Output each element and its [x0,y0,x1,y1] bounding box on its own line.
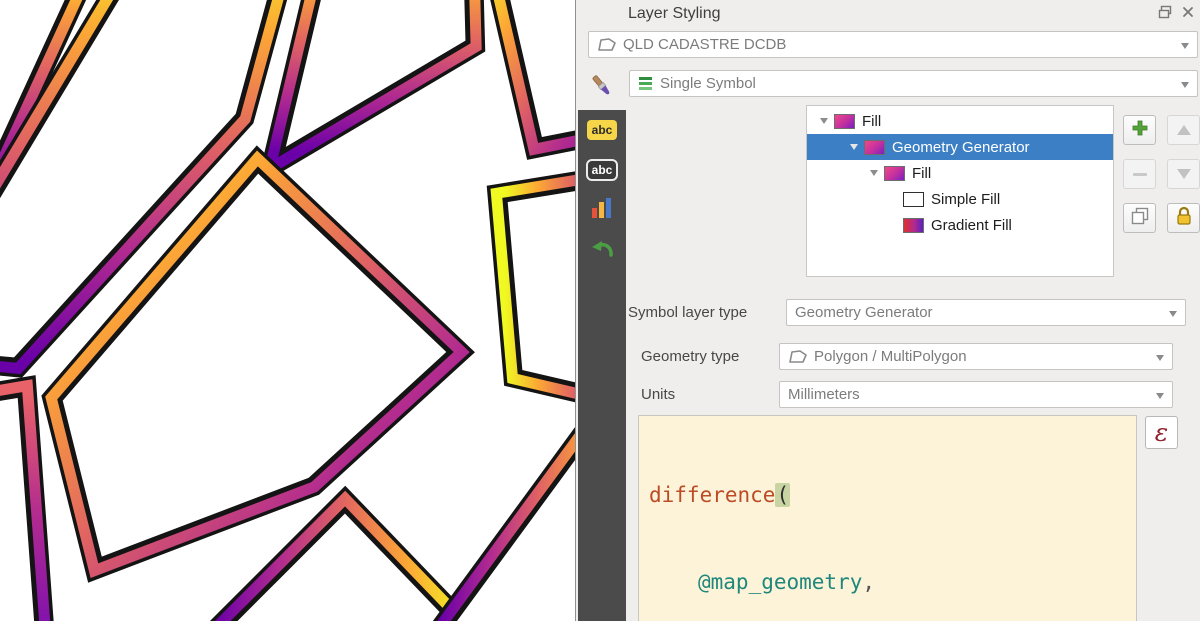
expander-icon[interactable] [817,118,831,124]
down-arrow-icon [1177,169,1191,179]
callouts-abc-icon: abc [586,159,619,181]
paintbrush-icon [589,73,615,104]
symbol-node-simple-fill[interactable]: Simple Fill [807,186,1113,212]
symbol-node-fill[interactable]: Fill [807,108,1113,134]
parcel-polygon [282,0,468,152]
expression-builder-button[interactable]: ε [1145,416,1178,449]
units-label: Units [641,386,675,403]
renderer-selector-value: Single Symbol [660,75,756,92]
close-panel-icon[interactable] [1180,4,1196,20]
expression-line: difference( [649,481,1126,510]
tab-history[interactable] [578,230,626,270]
diagrams-icon [590,196,614,225]
symbol-tree: Fill Geometry Generator Fill Simple Fill… [806,105,1114,277]
parcel-polygon [0,395,38,621]
tab-labels[interactable]: abc [578,110,626,150]
tab-diagrams[interactable] [578,190,626,230]
plus-icon [1131,119,1149,142]
gradient-fill-swatch [903,218,924,233]
symbol-node-label: Geometry Generator [892,139,1030,156]
symbol-node-label: Gradient Fill [931,217,1012,234]
symbol-node-label: Simple Fill [931,191,1000,208]
expression-line: @map_geometry, [649,568,1126,597]
symbol-node-fill-nested[interactable]: Fill [807,160,1113,186]
symbol-node-label: Fill [912,165,931,182]
styling-tabs-strip: abc abc [578,66,626,621]
float-panel-icon[interactable] [1157,4,1173,20]
remove-symbol-layer-button[interactable] [1123,159,1156,189]
parcel-polygon [215,510,470,621]
move-down-button[interactable] [1167,159,1200,189]
add-symbol-layer-button[interactable] [1123,115,1156,145]
symbol-node-geometry-generator[interactable]: Geometry Generator [807,134,1113,160]
geometry-type-label: Geometry type [641,348,739,365]
tab-symbology[interactable] [578,66,626,110]
geometry-type-value: Polygon / MultiPolygon [814,348,967,365]
units-select[interactable]: Millimeters [779,381,1173,408]
expander-icon[interactable] [867,170,881,176]
chevron-down-icon [1181,43,1189,49]
geometry-generator-swatch [864,140,885,155]
expression-variable: @map_geometry [698,570,862,594]
single-symbol-icon [638,76,654,91]
tab-callouts[interactable]: abc [578,150,626,190]
map-parcels-svg [0,0,575,621]
symbol-node-gradient-fill[interactable]: Gradient Fill [807,212,1113,238]
map-canvas[interactable] [0,0,575,621]
parcel-polygon [505,178,575,400]
units-value: Millimeters [788,386,860,403]
panel-title: Layer Styling [628,5,721,23]
symbol-layer-type-value: Geometry Generator [795,304,933,321]
layer-selector-value: QLD CADASTRE DCDB [623,36,786,53]
history-arrow-icon [589,237,615,264]
geometry-type-select[interactable]: Polygon / MultiPolygon [779,343,1173,370]
lock-icon [1175,206,1193,231]
polygon-layer-icon [597,37,617,52]
simple-fill-swatch [903,192,924,207]
expression-function: difference [649,483,775,507]
layer-styling-panel: Layer Styling QLD CADASTRE DCDB [575,0,1200,621]
symbol-layer-type-label: Symbol layer type [628,304,747,321]
fill-swatch [884,166,905,181]
minus-icon [1133,173,1147,176]
expander-icon[interactable] [847,144,861,150]
chevron-down-icon [1169,311,1177,317]
move-up-button[interactable] [1167,115,1200,145]
chevron-down-icon [1156,355,1164,361]
parcel-polygon [495,0,575,140]
epsilon-icon: ε [1155,418,1168,447]
up-arrow-icon [1177,125,1191,135]
layer-selector[interactable]: QLD CADASTRE DCDB [588,31,1198,58]
matched-paren: ( [775,483,790,507]
polygon-geometry-icon [788,349,808,364]
chevron-down-icon [1156,393,1164,399]
expression-editor[interactable]: difference( @map_geometry, buffer(@map_g… [638,415,1137,621]
labels-abc-icon: abc [587,120,618,140]
parcel-polygon [440,415,575,621]
symbol-node-label: Fill [862,113,881,130]
lock-colors-button[interactable] [1167,203,1200,233]
fill-swatch [834,114,855,129]
chevron-down-icon [1181,82,1189,88]
renderer-selector[interactable]: Single Symbol [629,70,1198,97]
symbol-layer-type-select[interactable]: Geometry Generator [786,299,1186,326]
duplicate-icon [1131,207,1149,230]
duplicate-symbol-layer-button[interactable] [1123,203,1156,233]
